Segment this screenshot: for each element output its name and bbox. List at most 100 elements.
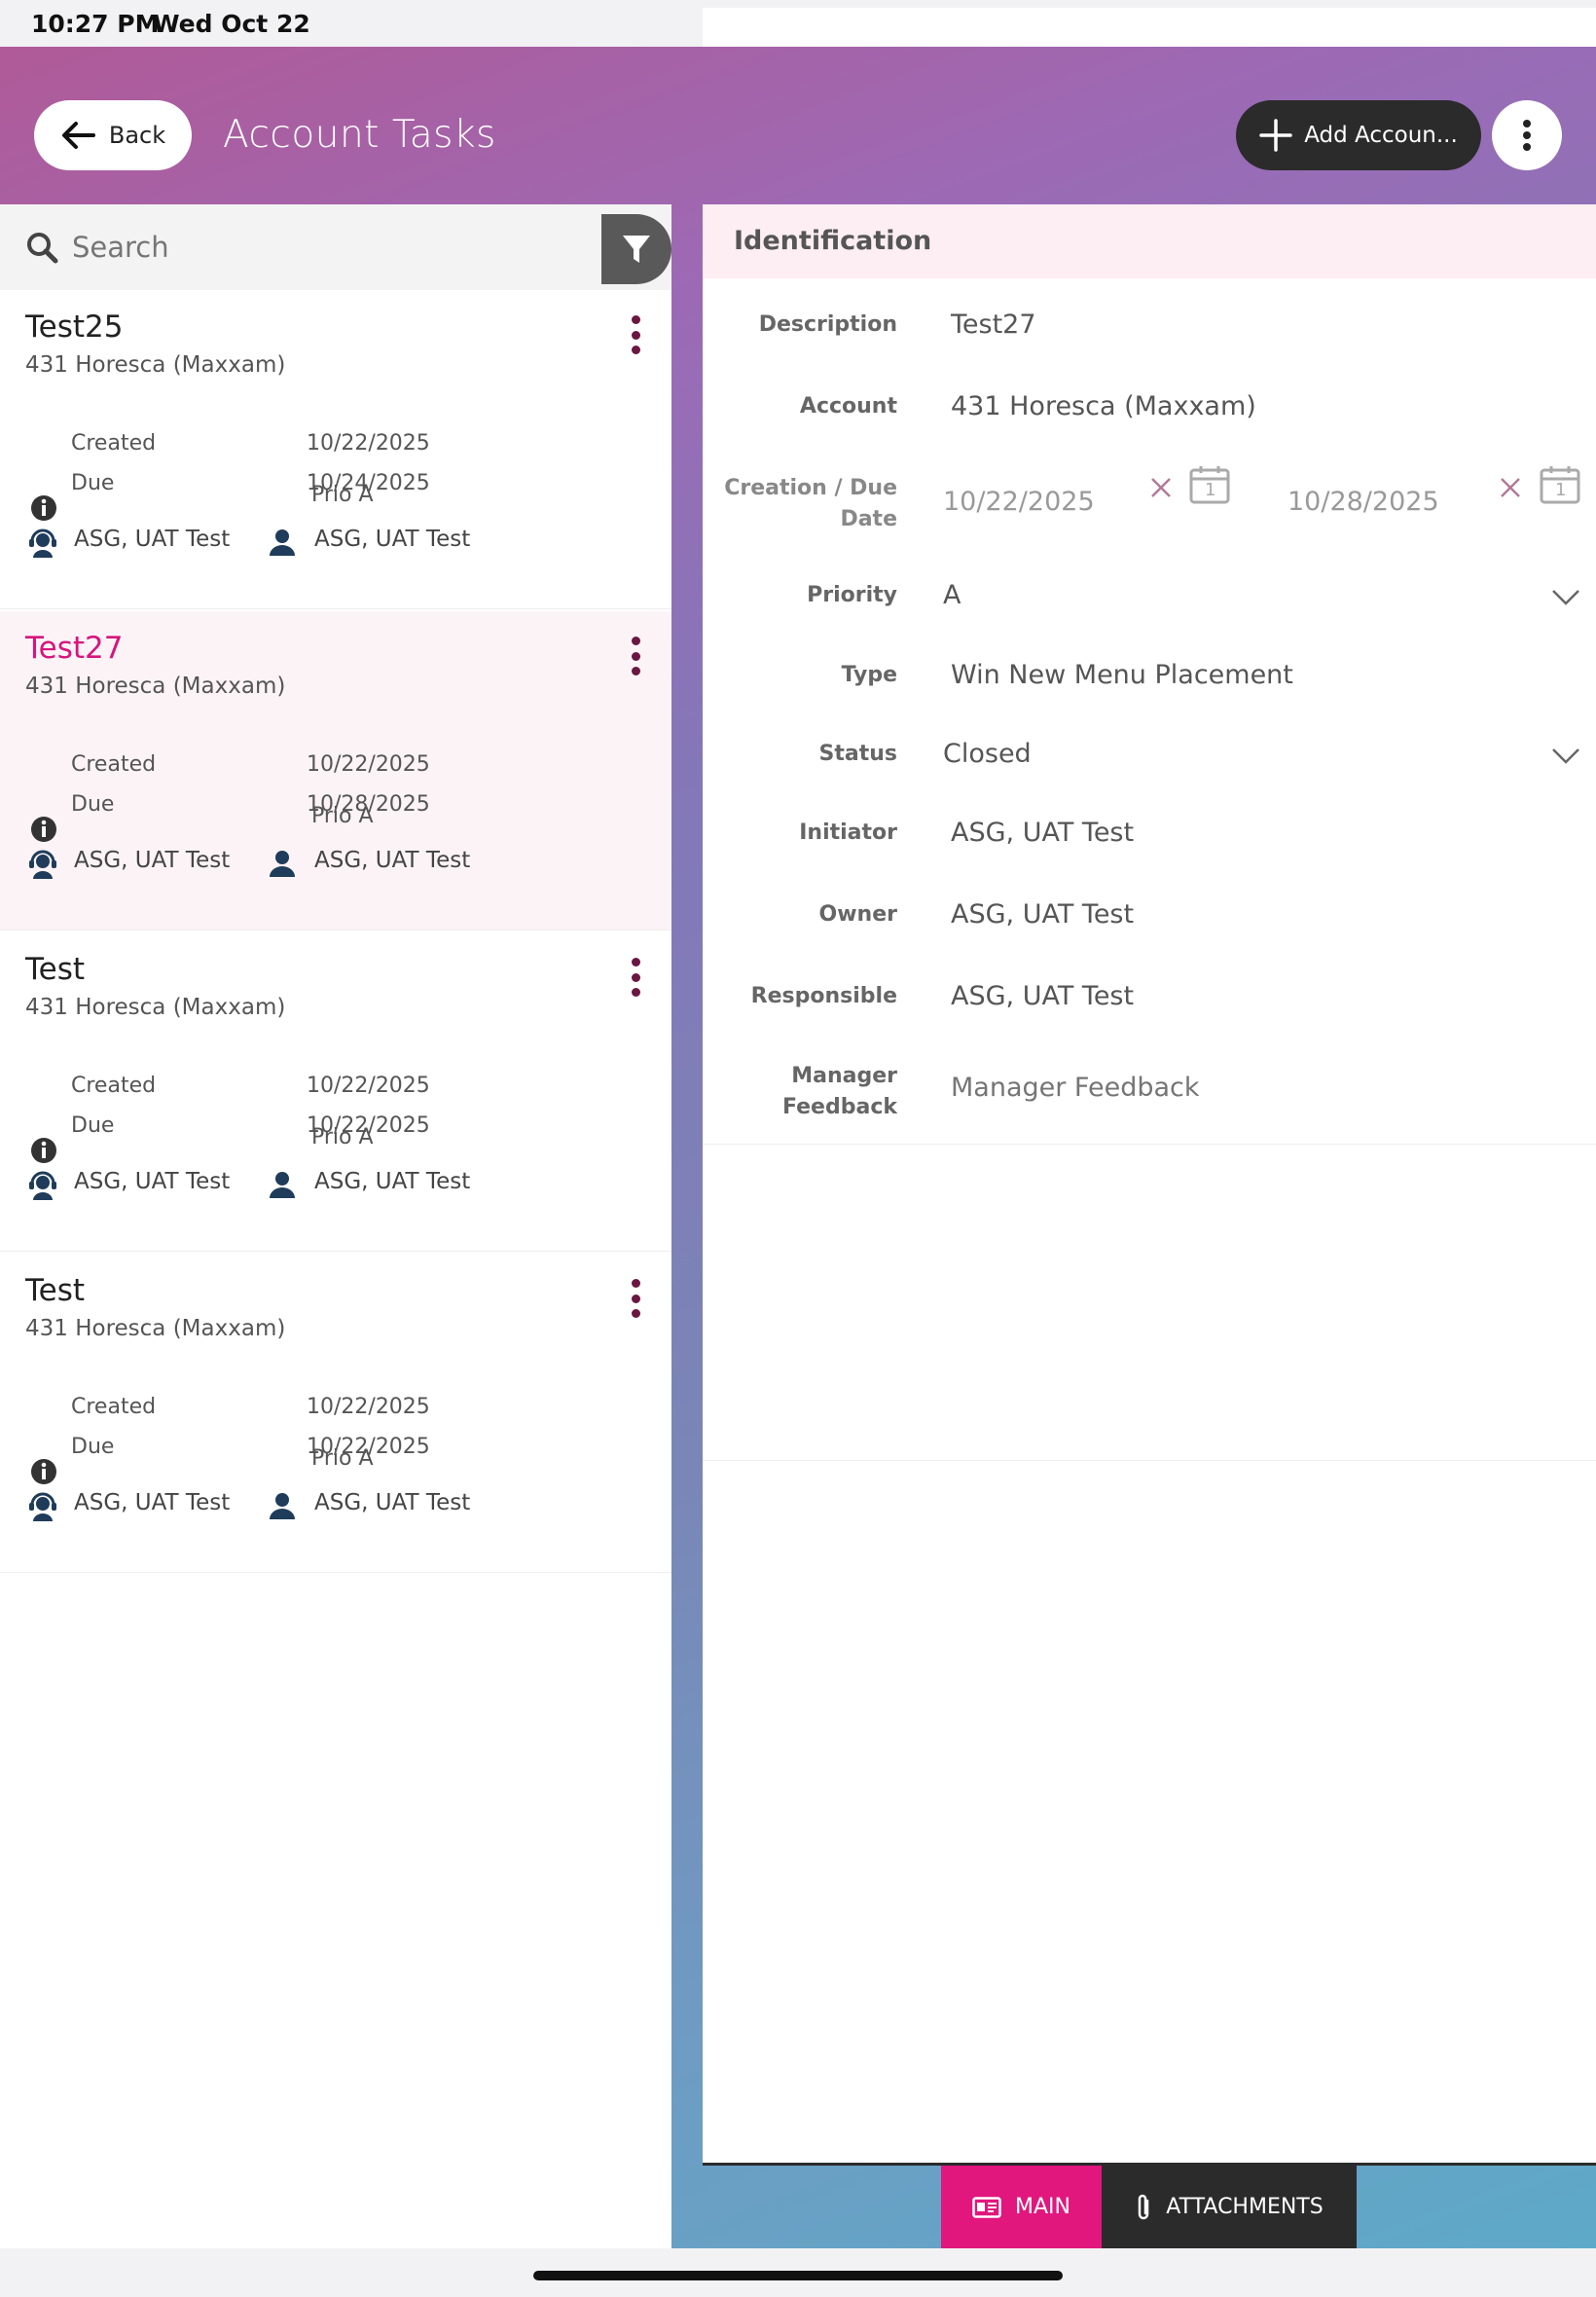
feedback-label-line1: Manager xyxy=(791,1064,897,1088)
status-select[interactable]: Closed xyxy=(943,739,1032,769)
task-card[interactable]: Test25 431 Horesca (Maxxam) Created 10/22/2… xyxy=(0,290,671,609)
task-title: Test xyxy=(25,952,86,987)
chevron-down-icon[interactable] xyxy=(1551,589,1580,606)
filter-button[interactable] xyxy=(601,214,671,284)
dates-label: Creation / Due Date xyxy=(703,473,897,535)
home-indicator[interactable] xyxy=(533,2271,1063,2280)
more-vertical-icon xyxy=(631,988,640,997)
task-more-button[interactable] xyxy=(621,1275,650,1322)
more-vertical-icon xyxy=(631,330,640,340)
creation-date-field[interactable]: 10/22/2025 xyxy=(943,487,1095,517)
task-list-panel: Test25 431 Horesca (Maxxam) Created 10/22/2… xyxy=(0,204,671,2248)
created-label: Created xyxy=(71,752,157,777)
manager-feedback-input[interactable] xyxy=(951,1073,1535,1103)
task-initiator: ASG, UAT Test xyxy=(74,1490,231,1515)
calendar-day: 1 xyxy=(1555,480,1567,500)
back-button[interactable]: Back xyxy=(34,100,192,170)
responsible-field[interactable]: ASG, UAT Test xyxy=(951,981,1134,1011)
person-icon xyxy=(270,529,295,556)
tab-attachments-label: ATTACHMENTS xyxy=(1166,2195,1324,2219)
due-calendar-button[interactable]: 1 xyxy=(1540,465,1580,508)
owner-icon-wrap xyxy=(268,1491,297,1524)
task-account: 431 Horesca (Maxxam) xyxy=(25,352,286,378)
more-vertical-icon xyxy=(631,637,640,645)
chevron-down-icon[interactable] xyxy=(1551,747,1580,765)
top-bar: Back Account Tasks Add Accoun... xyxy=(0,47,1596,204)
arrow-left-icon xyxy=(61,122,95,149)
priority-select[interactable]: A xyxy=(943,580,961,610)
task-priority: Prio A xyxy=(311,1446,374,1471)
info-icon xyxy=(31,817,56,842)
task-more-button[interactable] xyxy=(621,633,650,679)
more-options-button[interactable] xyxy=(1492,100,1562,170)
dates-label-line1: Creation / Due xyxy=(724,476,897,500)
more-vertical-icon xyxy=(631,1309,640,1318)
account-field[interactable]: 431 Horesca (Maxxam) xyxy=(951,391,1256,421)
owner-field[interactable]: ASG, UAT Test xyxy=(951,899,1134,930)
person-icon xyxy=(270,1493,295,1519)
person-icon xyxy=(270,851,295,877)
task-owner: ASG, UAT Test xyxy=(314,527,471,552)
initiator-icon-wrap xyxy=(27,1170,58,1205)
due-date-field[interactable]: 10/28/2025 xyxy=(1288,487,1439,517)
info-icon xyxy=(31,1138,56,1163)
task-owner: ASG, UAT Test xyxy=(314,848,471,873)
task-info-button[interactable] xyxy=(30,494,57,526)
task-info-button[interactable] xyxy=(30,816,57,847)
more-vertical-icon xyxy=(631,958,640,966)
id-card-icon xyxy=(972,2196,1001,2218)
status-label: Status xyxy=(818,742,897,766)
task-detail-panel: Identification Description Test27 Accoun… xyxy=(703,204,1596,2163)
task-priority: Prio A xyxy=(311,1125,374,1149)
add-label: Add Accoun... xyxy=(1304,123,1458,148)
task-info-button[interactable] xyxy=(30,1458,57,1489)
task-priority: Prio A xyxy=(311,483,374,507)
task-info-button[interactable] xyxy=(30,1137,57,1168)
more-vertical-icon xyxy=(631,972,640,982)
support-agent-icon xyxy=(29,1171,56,1200)
task-more-button[interactable] xyxy=(621,954,650,1001)
more-vertical-icon xyxy=(631,667,640,675)
task-more-button[interactable] xyxy=(621,311,650,358)
created-label: Created xyxy=(71,431,157,456)
due-label: Due xyxy=(71,1435,115,1459)
search-input[interactable] xyxy=(72,231,598,264)
section-identification-header: Identification xyxy=(703,204,1596,278)
more-vertical-icon xyxy=(631,651,640,661)
priority-label: Priority xyxy=(807,583,897,607)
more-vertical-icon xyxy=(631,1294,640,1303)
owner-icon-wrap xyxy=(268,528,297,561)
more-vertical-icon xyxy=(631,315,640,324)
task-card[interactable]: Test27 431 Horesca (Maxxam) Created 10/22/2… xyxy=(0,611,671,930)
creation-calendar-button[interactable]: 1 xyxy=(1189,465,1230,508)
type-field[interactable]: Win New Menu Placement xyxy=(951,660,1293,690)
home-indicator-bar xyxy=(0,2248,1596,2297)
clear-creation-date-icon[interactable] xyxy=(1149,476,1173,499)
feedback-label-line2: Feedback xyxy=(782,1095,897,1119)
description-field[interactable]: Test27 xyxy=(951,310,1036,340)
task-initiator: ASG, UAT Test xyxy=(74,848,231,873)
manager-feedback-label: Manager Feedback xyxy=(703,1061,897,1123)
tab-main[interactable]: MAIN xyxy=(941,2166,1102,2248)
support-agent-icon xyxy=(29,529,56,558)
initiator-field[interactable]: ASG, UAT Test xyxy=(951,818,1134,848)
search-icon xyxy=(27,233,58,264)
clear-due-date-icon[interactable] xyxy=(1499,476,1522,499)
more-vertical-icon xyxy=(631,346,640,354)
responsible-label: Responsible xyxy=(750,984,897,1008)
paperclip-icon xyxy=(1139,2194,1149,2219)
created-value: 10/22/2025 xyxy=(307,752,430,777)
task-priority: Prio A xyxy=(311,804,374,828)
section-divider xyxy=(703,1144,1596,1145)
add-account-task-button[interactable]: Add Accoun... xyxy=(1236,100,1481,170)
task-card[interactable]: Test 431 Horesca (Maxxam) Created 10/22/202… xyxy=(0,1254,671,1573)
created-label: Created xyxy=(71,1074,157,1098)
task-card[interactable]: Test 431 Horesca (Maxxam) Created 10/22/202… xyxy=(0,932,671,1252)
status-date: Wed Oct 22 xyxy=(153,10,310,38)
tab-attachments[interactable]: ATTACHMENTS xyxy=(1102,2166,1357,2248)
back-label: Back xyxy=(108,122,166,149)
more-vertical-icon xyxy=(631,1279,640,1288)
owner-label: Owner xyxy=(818,902,897,927)
more-vertical-icon xyxy=(1523,120,1531,151)
task-title: Test25 xyxy=(25,310,124,345)
